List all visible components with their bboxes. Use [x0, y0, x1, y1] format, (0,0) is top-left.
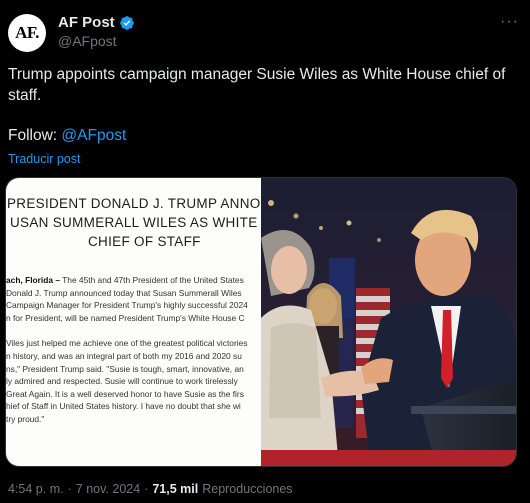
title-line-3: CHIEF OF STAFF	[88, 234, 201, 249]
body-line: Viles just helped me achieve one of the …	[6, 338, 248, 349]
post-date[interactable]: 7 nov. 2024	[76, 482, 140, 496]
verified-badge-icon[interactable]	[119, 15, 135, 31]
press-release-image[interactable]: PRESIDENT DONALD J. TRUMP ANNOUNCE USAN …	[6, 178, 261, 466]
event-photo[interactable]	[261, 178, 516, 466]
body-line: n history, and was an integral part of b…	[6, 350, 242, 361]
body-line: ns," President Trump said. "Susie is tou…	[6, 363, 244, 374]
dateline: ach, Florida –	[6, 275, 60, 285]
title-line-2: USAN SUMMERALL WILES AS WHITE HOUS	[10, 215, 261, 230]
post-time[interactable]: 4:54 p. m.	[8, 482, 64, 496]
event-photo-illustration	[261, 178, 516, 466]
body-line: Great Again. It is a well deserved honor…	[6, 388, 244, 399]
follow-label: Follow:	[8, 127, 58, 144]
separator: ·	[67, 482, 72, 496]
body-line: try proud."	[6, 413, 45, 424]
avatar[interactable]: AF.	[8, 14, 46, 52]
press-release-title: PRESIDENT DONALD J. TRUMP ANNOUNCE USAN …	[6, 194, 261, 251]
follow-mention-link[interactable]: @AFpost	[61, 127, 126, 144]
follow-line: Follow: @AFpost	[8, 127, 126, 145]
body-line: hief of Staff in United States history. …	[6, 401, 241, 412]
body-line: Donald J. Trump announced today that Sus…	[6, 287, 242, 298]
body-line: ach, Florida – The 45th and 47th Preside…	[6, 274, 261, 287]
more-options-icon[interactable]: ···	[500, 14, 518, 33]
name-row: AF Post	[58, 14, 135, 31]
handle[interactable]: @AFpost	[58, 33, 117, 49]
press-release-body: ach, Florida – The 45th and 47th Preside…	[6, 274, 261, 426]
translate-post-link[interactable]: Traducir post	[8, 152, 80, 166]
tweet-meta: 4:54 p. m. · 7 nov. 2024 · 71,5 mil Repr…	[8, 482, 293, 496]
media-attachment[interactable]: PRESIDENT DONALD J. TRUMP ANNOUNCE USAN …	[5, 177, 517, 467]
view-count: 71,5 mil	[152, 482, 199, 496]
tweet-text: Trump appoints campaign manager Susie Wi…	[8, 66, 506, 104]
tweet-header: AF. AF Post @AFpost ···	[8, 10, 522, 52]
separator: ·	[144, 482, 149, 496]
title-line-1: PRESIDENT DONALD J. TRUMP ANNOUNCE	[7, 196, 261, 211]
views-label: Reproducciones	[202, 482, 293, 496]
body-text: The 45th and 47th President of the Unite…	[60, 275, 244, 285]
body-line: n for President, will be named President…	[6, 312, 245, 323]
body-line: ly admired and respected. Susie will con…	[6, 376, 238, 387]
body-line: Campaign Manager for President Trump's h…	[6, 300, 248, 311]
display-name[interactable]: AF Post	[58, 14, 115, 31]
